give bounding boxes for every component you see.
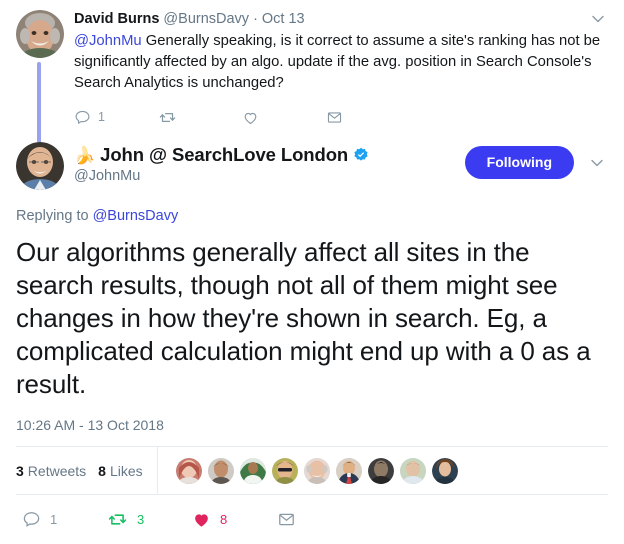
parent-timestamp[interactable]: Oct 13 — [262, 10, 305, 29]
retweets-stat[interactable]: 3 Retweets — [16, 463, 86, 479]
parent-dm-button[interactable] — [326, 109, 366, 126]
parent-tweet-action-bar: 1 — [74, 104, 608, 130]
liker-avatar-5[interactable] — [303, 457, 330, 484]
banana-emoji-icon: 🍌 — [74, 145, 96, 165]
reply-icon — [23, 512, 40, 527]
likes-stat[interactable]: 8 Likes — [98, 463, 142, 479]
likes-count: 8 — [98, 462, 106, 479]
main-tweet-text: Our algorithms generally affect all site… — [16, 237, 591, 399]
parent-tweet-header: David Burns @BurnsDavy · Oct 13 — [74, 10, 608, 29]
parent-retweet-button[interactable] — [158, 109, 242, 126]
tweet-detail-page: David Burns @BurnsDavy · Oct 13 @JohnMu … — [0, 0, 624, 537]
parent-tweet[interactable]: David Burns @BurnsDavy · Oct 13 @JohnMu … — [0, 0, 624, 150]
parent-tweet-body: David Burns @BurnsDavy · Oct 13 @JohnMu … — [64, 10, 608, 130]
parent-tweet-more-chevron-down-icon[interactable] — [588, 9, 608, 29]
envelope-icon — [279, 513, 294, 526]
parent-tweet-text: @JohnMu Generally speaking, is it correc… — [74, 31, 608, 94]
main-tweet: 🍌 John @ SearchLove London @JohnMu Follo… — [0, 134, 624, 544]
parent-tweet-text-body: Generally speaking, is it correct to ass… — [74, 33, 601, 91]
liker-avatar-9[interactable] — [431, 457, 458, 484]
parent-separator: · — [253, 11, 258, 27]
liker-avatar-1[interactable] — [175, 457, 202, 484]
liker-avatar-2[interactable] — [207, 457, 234, 484]
verified-badge-icon — [353, 147, 369, 163]
liker-avatar-8[interactable] — [399, 457, 426, 484]
parent-author-name[interactable]: David Burns — [74, 10, 159, 29]
retweet-count: 3 — [137, 512, 145, 527]
liker-avatar-7[interactable] — [367, 457, 394, 484]
parent-like-button[interactable] — [242, 109, 326, 126]
reply-icon — [75, 110, 90, 124]
parent-avatar-column — [16, 10, 64, 150]
liker-avatar-4[interactable] — [271, 457, 298, 484]
parent-reply-button[interactable]: 1 — [74, 109, 158, 126]
tweet-stats-row: 3 Retweets 8 Likes — [16, 447, 608, 494]
dm-button[interactable] — [277, 510, 317, 529]
parent-reply-count: 1 — [98, 110, 105, 124]
retweets-label: Retweets — [27, 462, 87, 479]
liker-avatar-3[interactable] — [239, 457, 266, 484]
avatar[interactable] — [16, 142, 64, 190]
main-author-handle[interactable]: @JohnMu — [74, 167, 465, 186]
main-tweet-more-chevron-down-icon[interactable] — [586, 152, 608, 174]
envelope-icon — [327, 111, 342, 123]
avatar[interactable] — [16, 10, 64, 58]
liker-avatar-6[interactable] — [335, 457, 362, 484]
retweet-icon — [159, 112, 176, 122]
main-author-block: 🍌 John @ SearchLove London @JohnMu — [64, 142, 465, 186]
main-avatar-column — [16, 142, 64, 190]
heart-icon — [244, 112, 257, 124]
main-author-name-row: 🍌 John @ SearchLove London — [74, 144, 465, 166]
reply-count: 1 — [50, 512, 58, 527]
likes-label: Likes — [109, 462, 143, 479]
heart-icon — [195, 514, 208, 527]
parent-author-handle[interactable]: @BurnsDavy — [163, 10, 249, 29]
like-count: 8 — [220, 512, 228, 527]
stat-counts: 3 Retweets 8 Likes — [16, 447, 158, 494]
following-button[interactable]: Following — [464, 146, 574, 179]
main-tweet-header: 🍌 John @ SearchLove London @JohnMu Follo… — [16, 136, 608, 190]
retweets-count: 3 — [16, 462, 24, 479]
retweet-icon — [108, 514, 127, 525]
replying-to-line: Replying to @BurnsDavy — [16, 208, 608, 224]
follow-controls: Following — [464, 142, 608, 179]
reply-button[interactable]: 1 — [22, 510, 107, 529]
replying-to-prefix: Replying to — [16, 208, 93, 224]
retweet-button[interactable]: 3 — [107, 510, 192, 529]
parent-tweet-mention-link[interactable]: @JohnMu — [74, 33, 142, 49]
replying-to-handle-link[interactable]: @BurnsDavy — [93, 208, 179, 224]
like-button[interactable]: 8 — [192, 510, 277, 529]
main-tweet-timestamp[interactable]: 10:26 AM - 13 Oct 2018 — [16, 417, 608, 446]
engagement-facepile — [158, 457, 464, 484]
main-author-name[interactable]: John @ SearchLove London — [100, 144, 348, 166]
